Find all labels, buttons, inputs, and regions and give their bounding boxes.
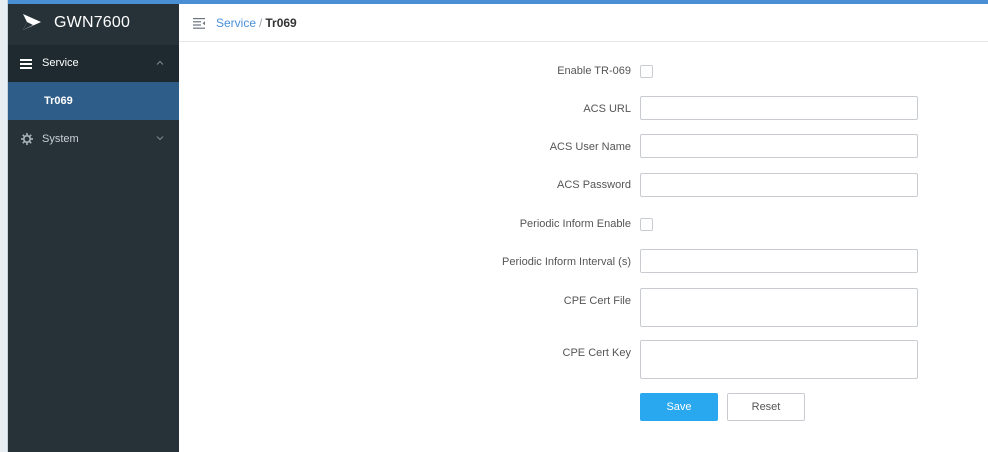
logo-bar: GWN7600 bbox=[8, 4, 179, 42]
chevron-up-icon bbox=[156, 60, 164, 65]
cpe-cert-key-textarea[interactable] bbox=[640, 340, 918, 379]
header-bar: Service / Tr069 bbox=[179, 4, 988, 42]
sidebar: GWN7600 Service Tr069 System bbox=[8, 4, 179, 452]
periodic-inform-enable-checkbox[interactable] bbox=[640, 218, 653, 231]
sidebar-item-system[interactable]: System bbox=[8, 120, 179, 158]
breadcrumb-separator: / bbox=[259, 16, 263, 30]
save-button[interactable]: Save bbox=[640, 393, 718, 421]
cpe-cert-file-textarea[interactable] bbox=[640, 288, 918, 327]
chevron-down-icon bbox=[156, 136, 164, 141]
sidebar-item-label: Tr069 bbox=[44, 95, 73, 107]
app-title: GWN7600 bbox=[54, 14, 131, 31]
tr069-form: Enable TR-069 ACS URL ACS User Name ACS … bbox=[179, 42, 988, 452]
sidebar-item-label: Service bbox=[42, 57, 79, 69]
breadcrumb: Service / Tr069 bbox=[216, 16, 297, 30]
enable-tr069-label: Enable TR-069 bbox=[557, 65, 631, 77]
breadcrumb-current: Tr069 bbox=[265, 16, 297, 30]
breadcrumb-service-link[interactable]: Service bbox=[216, 16, 256, 30]
menu-lines-icon bbox=[20, 59, 32, 69]
sidebar-item-service[interactable]: Service bbox=[8, 45, 179, 82]
cpe-cert-key-label: CPE Cert Key bbox=[562, 347, 631, 359]
enable-tr069-checkbox[interactable] bbox=[640, 65, 653, 78]
acs-user-name-label: ACS User Name bbox=[549, 141, 631, 153]
reset-button[interactable]: Reset bbox=[727, 393, 805, 421]
window-left-border bbox=[0, 0, 8, 452]
sidebar-item-tr069[interactable]: Tr069 bbox=[8, 82, 179, 120]
periodic-inform-enable-label: Periodic Inform Enable bbox=[519, 218, 631, 230]
acs-url-input[interactable] bbox=[640, 96, 918, 120]
acs-password-label: ACS Password bbox=[557, 179, 631, 191]
acs-user-name-input[interactable] bbox=[640, 134, 918, 158]
gear-icon bbox=[21, 133, 33, 145]
cpe-cert-file-label: CPE Cert File bbox=[563, 295, 631, 307]
grandstream-logo-icon bbox=[23, 14, 41, 30]
periodic-inform-interval-input[interactable] bbox=[640, 249, 918, 273]
acs-password-input[interactable] bbox=[640, 173, 918, 197]
collapse-menu-icon[interactable] bbox=[193, 18, 205, 29]
acs-url-label: ACS URL bbox=[583, 103, 631, 115]
periodic-inform-interval-label: Periodic Inform Interval (s) bbox=[502, 256, 631, 268]
sidebar-item-label: System bbox=[42, 133, 79, 145]
